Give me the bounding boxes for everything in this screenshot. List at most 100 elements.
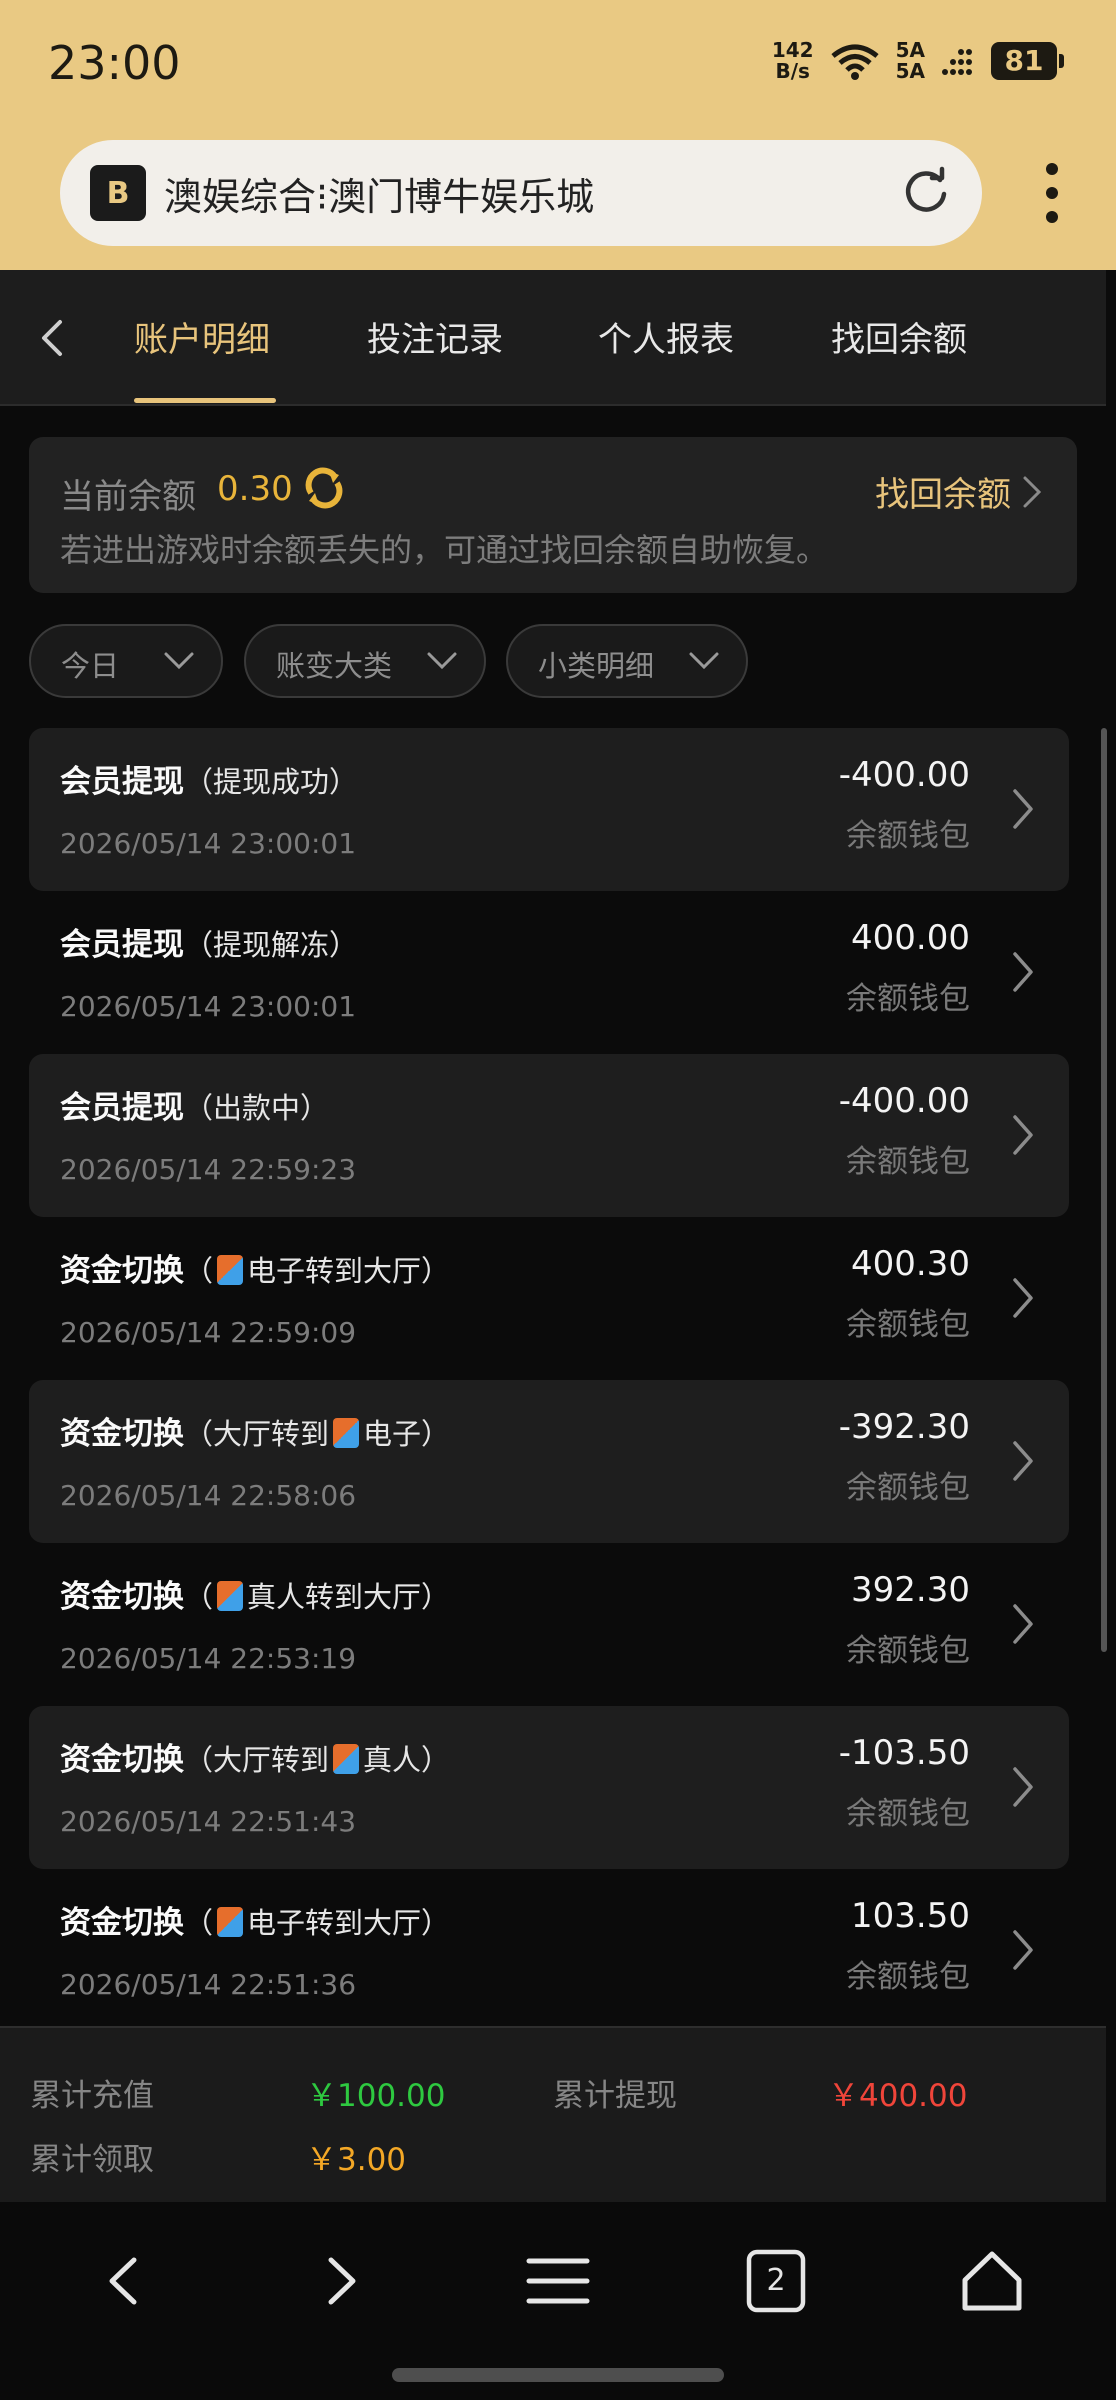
transaction-time: 2026/05/14 22:59:23 bbox=[60, 1153, 357, 1186]
transaction-amount: -392.30 bbox=[838, 1407, 970, 1447]
chevron-right-icon bbox=[1013, 1930, 1033, 1970]
transaction-title: 会员提现（提现解冻） bbox=[60, 927, 359, 963]
transaction-amount: 400.30 bbox=[851, 1244, 970, 1284]
balance-note: 若进出游戏时余额丢失的，可通过找回余额自助恢复。 bbox=[60, 531, 829, 569]
tab-recover-balance[interactable]: 找回余额 bbox=[831, 312, 967, 361]
site-logo-icon: B bbox=[90, 165, 146, 221]
recover-balance-link[interactable]: 找回余额 bbox=[875, 467, 1011, 516]
balance-card: 当前余额 0.30 找回余额 若进出游戏时余额丢失的，可通过找回余额自助恢复。 bbox=[29, 437, 1077, 593]
transaction-title: 会员提现（出款中） bbox=[60, 1090, 330, 1126]
transaction-title: 资金切换（ 电子转到大厅） bbox=[60, 1253, 451, 1289]
scrollbar[interactable] bbox=[1101, 728, 1107, 1652]
transaction-subtype: （电子转到大厅） bbox=[184, 1906, 451, 1940]
transaction-wallet: 余额钱包 bbox=[846, 1959, 970, 1995]
transaction-subtype: （提现成功） bbox=[184, 765, 359, 799]
transaction-time: 2026/05/14 22:59:09 bbox=[60, 1316, 357, 1349]
game-provider-icon bbox=[217, 1907, 244, 1937]
gesture-bar[interactable] bbox=[392, 2368, 724, 2382]
transaction-amount: 400.00 bbox=[851, 918, 970, 958]
transaction-subtype: （大厅转到 电子） bbox=[184, 1417, 451, 1451]
balance-value: 0.30 bbox=[217, 469, 293, 509]
filter-category-label: 账变大类 bbox=[276, 649, 393, 683]
transaction-title: 资金切换（大厅转到 电子） bbox=[60, 1416, 451, 1452]
tab-bar: 账户明细 投注记录 个人报表 找回余额 bbox=[0, 270, 1106, 406]
chevron-right-icon bbox=[1013, 1278, 1033, 1318]
network-speed: 142 B/s bbox=[771, 38, 814, 83]
chevron-right-icon[interactable] bbox=[1021, 475, 1043, 509]
transaction-row[interactable]: 会员提现（出款中） 2026/05/14 22:59:23 -400.00 余额钱包 bbox=[29, 1054, 1069, 1217]
total-recharge-value: ￥100.00 bbox=[306, 2078, 446, 2114]
filter-subcategory-label: 小类明细 bbox=[538, 649, 655, 683]
transaction-time: 2026/05/14 23:00:01 bbox=[60, 990, 357, 1023]
active-tab-indicator bbox=[134, 398, 276, 403]
transaction-title: 资金切换（ 电子转到大厅） bbox=[60, 1905, 451, 1941]
nav-forward-icon[interactable] bbox=[305, 2246, 375, 2316]
nav-home-icon[interactable] bbox=[957, 2246, 1027, 2316]
transaction-row[interactable]: 资金切换（ 电子转到大厅） 2026/05/14 22:59:09 400.30 余额钱… bbox=[29, 1217, 1069, 1380]
cell-signal-icon bbox=[942, 49, 972, 75]
game-provider-icon bbox=[333, 1418, 360, 1448]
chevron-right-icon bbox=[1013, 1767, 1033, 1807]
nav-tabs-button[interactable]: 2 bbox=[741, 2246, 811, 2316]
transaction-time: 2026/05/14 22:58:06 bbox=[60, 1479, 357, 1512]
back-arrow-icon[interactable] bbox=[32, 316, 72, 360]
transaction-time: 2026/05/14 22:51:36 bbox=[60, 1968, 357, 2001]
filter-date-dropdown[interactable]: 今日 bbox=[29, 624, 223, 698]
transaction-title: 资金切换（大厅转到 真人） bbox=[60, 1742, 451, 1778]
transaction-title: 会员提现（提现成功） bbox=[60, 764, 359, 800]
chevron-right-icon bbox=[1013, 1441, 1033, 1481]
total-claim-label: 累计领取 bbox=[30, 2142, 154, 2178]
total-withdraw-label: 累计提现 bbox=[553, 2078, 677, 2114]
tab-personal-report[interactable]: 个人报表 bbox=[598, 312, 734, 361]
transaction-row[interactable]: 会员提现（提现成功） 2026/05/14 23:00:01 -400.00 余额钱包 bbox=[29, 728, 1069, 891]
chevron-right-icon bbox=[1013, 952, 1033, 992]
battery-icon: 81 bbox=[991, 42, 1064, 80]
tab-account-details[interactable]: 账户明细 bbox=[134, 312, 270, 361]
transaction-amount: -103.50 bbox=[838, 1733, 970, 1773]
transaction-list: 会员提现（提现成功） 2026/05/14 23:00:01 -400.00 余额钱包… bbox=[29, 728, 1069, 2032]
chevron-down-icon bbox=[427, 652, 457, 670]
nav-back-icon[interactable] bbox=[90, 2246, 160, 2316]
address-bar[interactable]: B 澳娱综合⁝澳门博牛娱乐城 bbox=[60, 140, 982, 246]
transaction-subtype: （真人转到大厅） bbox=[184, 1580, 451, 1614]
transaction-time: 2026/05/14 22:51:43 bbox=[60, 1805, 357, 1838]
total-claim-value: ￥3.00 bbox=[306, 2142, 407, 2178]
game-provider-icon bbox=[217, 1255, 244, 1285]
transaction-wallet: 余额钱包 bbox=[846, 1307, 970, 1343]
filter-date-label: 今日 bbox=[61, 649, 120, 683]
transaction-row[interactable]: 资金切换（大厅转到 电子） 2026/05/14 22:58:06 -392.30 余额… bbox=[29, 1380, 1069, 1543]
transaction-row[interactable]: 资金切换（ 真人转到大厅） 2026/05/14 22:53:19 392.30 余额钱… bbox=[29, 1543, 1069, 1706]
filter-subcategory-dropdown[interactable]: 小类明细 bbox=[506, 624, 748, 698]
reload-icon[interactable] bbox=[900, 166, 952, 218]
transaction-time: 2026/05/14 22:53:19 bbox=[60, 1642, 357, 1675]
transaction-row[interactable]: 资金切换（大厅转到 真人） 2026/05/14 22:51:43 -103.50 余额… bbox=[29, 1706, 1069, 1869]
transaction-wallet: 余额钱包 bbox=[846, 1633, 970, 1669]
game-provider-icon bbox=[333, 1744, 360, 1774]
total-recharge-label: 累计充值 bbox=[30, 2078, 154, 2114]
transaction-subtype: （大厅转到 真人） bbox=[184, 1743, 451, 1777]
transaction-time: 2026/05/14 23:00:01 bbox=[60, 827, 357, 860]
transaction-wallet: 余额钱包 bbox=[846, 1470, 970, 1506]
transaction-wallet: 余额钱包 bbox=[846, 1796, 970, 1832]
filter-category-dropdown[interactable]: 账变大类 bbox=[244, 624, 486, 698]
refresh-balance-icon[interactable] bbox=[299, 463, 349, 513]
site-title: 澳娱综合⁝澳门博牛娱乐城 bbox=[164, 174, 595, 219]
tab-bet-records[interactable]: 投注记录 bbox=[367, 312, 503, 361]
game-provider-icon bbox=[217, 1581, 244, 1611]
more-menu-icon[interactable] bbox=[1040, 163, 1064, 223]
balance-label: 当前余额 bbox=[60, 477, 196, 517]
transaction-title: 资金切换（ 真人转到大厅） bbox=[60, 1579, 451, 1615]
battery-level: 81 bbox=[991, 42, 1057, 80]
transaction-wallet: 余额钱包 bbox=[846, 818, 970, 854]
transaction-amount: 392.30 bbox=[851, 1570, 970, 1610]
transaction-row[interactable]: 资金切换（ 电子转到大厅） 2026/05/14 22:51:36 103.50 余额钱… bbox=[29, 1869, 1069, 2032]
cell-signal-labels: 5A 5A bbox=[895, 38, 925, 83]
transaction-row[interactable]: 会员提现（提现解冻） 2026/05/14 23:00:01 400.00 余额钱包 bbox=[29, 891, 1069, 1054]
transaction-wallet: 余额钱包 bbox=[846, 981, 970, 1017]
transaction-amount: 103.50 bbox=[851, 1896, 970, 1936]
transaction-wallet: 余额钱包 bbox=[846, 1144, 970, 1180]
wifi-icon bbox=[831, 44, 879, 80]
browser-top-bar: 23:00 142 B/s 5A 5A 81 B 澳娱综合⁝澳门博牛娱乐城 bbox=[0, 0, 1116, 270]
nav-menu-icon[interactable] bbox=[523, 2246, 593, 2316]
tab-count: 2 bbox=[766, 2263, 786, 2298]
